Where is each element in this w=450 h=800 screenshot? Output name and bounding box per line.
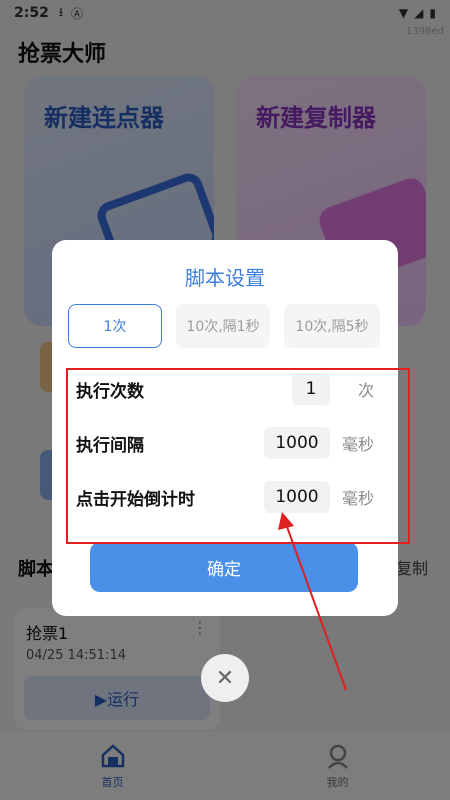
dialog-title: 脚本设置 [185,266,265,290]
preset-10x-1s-button[interactable]: 10次,隔1秒 [176,304,270,348]
annotation-highlight-box [66,368,410,544]
close-icon: ✕ [215,665,235,691]
preset-10x-5s-button[interactable]: 10次,隔5秒 [284,304,380,348]
confirm-button[interactable]: 确定 [90,542,358,592]
preset-1x-button[interactable]: 1次 [68,304,162,348]
close-dialog-button[interactable]: ✕ [201,654,249,702]
